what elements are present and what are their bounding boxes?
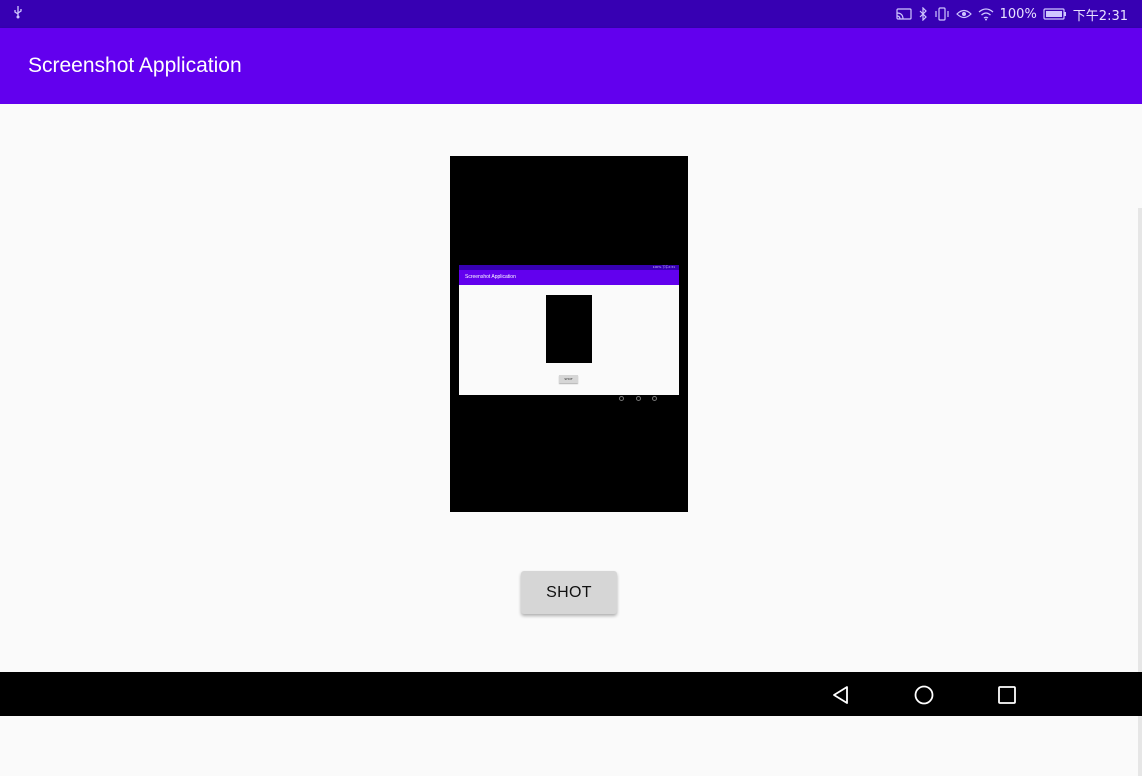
screenshot-preview: 100% 下午2:31 Screenshot Application SHOT [450,156,688,512]
mini-app-bar: Screenshot Application [459,270,679,285]
mini-home-icon [636,396,641,401]
app-bar: Screenshot Application [0,28,1142,104]
mini-recents-icon [652,396,657,401]
mini-preview-image [546,295,592,363]
status-bar-left [12,5,24,23]
mini-screenshot: 100% 下午2:31 Screenshot Application SHOT [459,265,679,395]
status-bar: 100% 下午2:31 [0,0,1142,28]
status-bar-right: 100% 下午2:31 [896,5,1128,24]
back-icon[interactable] [826,680,856,710]
cast-icon [896,7,912,21]
battery-icon [1043,8,1067,20]
bluetooth-icon [918,7,928,21]
wifi-icon [978,7,994,21]
battery-percent: 100% [999,6,1037,22]
navigation-bar [0,672,1142,716]
app-title: Screenshot Application [28,54,242,77]
mini-nav-bar [459,395,679,403]
vibrate-icon [934,7,950,21]
home-icon[interactable] [909,680,939,710]
recents-icon[interactable] [992,680,1022,710]
clock: 下午2:31 [1072,8,1128,24]
main-content: 100% 下午2:31 Screenshot Application SHOT … [0,104,1142,776]
shot-button[interactable]: SHOT [521,571,617,614]
eye-icon [955,7,972,21]
usb-icon [12,5,24,23]
mini-back-icon [619,396,624,401]
mini-shot-button: SHOT [559,375,578,383]
